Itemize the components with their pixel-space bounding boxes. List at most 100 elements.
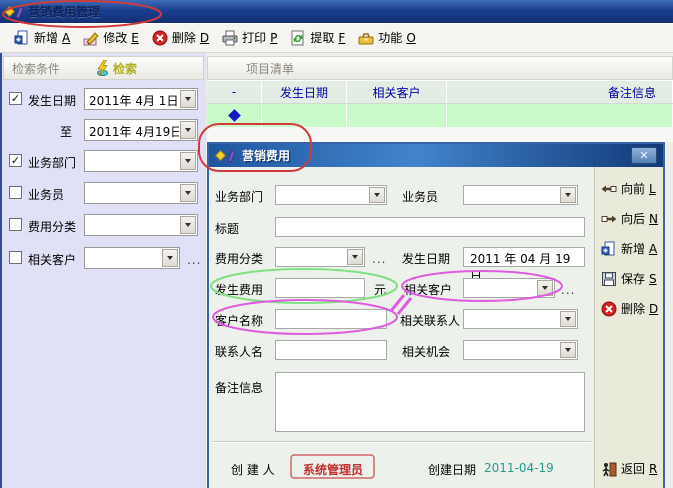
filter-row-date-to: 至 2011年 4月19日 xyxy=(2,119,206,141)
table-column-header: - 发生日期 相关客户 备注信息 xyxy=(207,80,673,104)
department-checkbox[interactable]: ✓ xyxy=(9,154,22,167)
category-checkbox[interactable] xyxy=(9,218,22,231)
function-icon xyxy=(358,30,374,46)
dialog-title: 营销费用 xyxy=(242,147,290,164)
category-more-button[interactable]: ... xyxy=(372,252,386,266)
customer-label: 相关客户 xyxy=(404,281,452,298)
salesman-select[interactable] xyxy=(84,182,198,204)
print-button[interactable]: 打印P xyxy=(222,29,277,46)
dropdown-arrow-icon xyxy=(180,90,196,108)
category-select[interactable] xyxy=(84,214,198,236)
creator-value: 系统管理员 xyxy=(303,461,363,478)
customer-checkbox[interactable] xyxy=(9,251,22,264)
search-button-label: 检索 xyxy=(113,60,137,77)
remark-textarea[interactable] xyxy=(275,372,585,432)
dept-label: 业务部门 xyxy=(215,188,263,205)
expense-dialog: 营销费用 ✕ 业务部门 业务员 标题 费用分类 ... 发生日期 2011 年 … xyxy=(207,142,665,488)
date-to-select[interactable]: 2011年 4月19日 xyxy=(84,119,198,141)
dropdown-arrow-icon xyxy=(537,280,553,296)
close-icon: ✕ xyxy=(639,149,648,162)
search-panel: 检索条件 检索 ✓ 发生日期 2011年 4月 1日 至 2011年 4月19日… xyxy=(2,53,206,488)
search-panel-title: 检索条件 xyxy=(12,60,60,77)
title-input[interactable] xyxy=(275,217,585,237)
department-label: 业务部门 xyxy=(28,154,82,171)
category-label: 费用分类 xyxy=(215,250,263,267)
customer-name-label: 客户名称 xyxy=(215,312,263,329)
column-date[interactable]: 发生日期 xyxy=(262,81,347,103)
dropdown-arrow-icon xyxy=(369,187,385,203)
creator-label: 创 建 人 xyxy=(231,461,275,478)
function-button[interactable]: 功能O xyxy=(358,29,415,46)
row-remark-cell xyxy=(447,104,673,127)
customer-more-button[interactable]: ... xyxy=(187,253,201,267)
category-select[interactable] xyxy=(275,247,365,267)
next-button[interactable]: 向后N xyxy=(601,210,658,227)
date-from-select[interactable]: 2011年 4月 1日 xyxy=(84,88,198,110)
customer-more-button[interactable]: ... xyxy=(561,283,575,297)
table-row[interactable] xyxy=(207,104,673,127)
extract-icon xyxy=(290,30,306,46)
dialog-body: 业务部门 业务员 标题 费用分类 ... 发生日期 2011 年 04 月 19… xyxy=(209,167,663,488)
dropdown-arrow-icon xyxy=(560,342,576,358)
dept-select[interactable] xyxy=(275,185,387,205)
window-title: 营销费用管理 xyxy=(28,3,100,20)
add-button[interactable]: 新增A xyxy=(601,240,657,257)
save-icon xyxy=(601,271,617,287)
date-to-label: 至 xyxy=(28,123,72,140)
new-button[interactable]: 新增A xyxy=(14,29,70,46)
opportunity-label: 相关机会 xyxy=(402,343,450,360)
save-button[interactable]: 保存S xyxy=(601,270,657,287)
customer-name-input[interactable] xyxy=(275,309,387,329)
delete-button[interactable]: 删除D xyxy=(601,300,658,317)
dialog-app-icon xyxy=(215,148,237,163)
customer-label: 相关客户 xyxy=(28,251,82,268)
dropdown-arrow-icon xyxy=(347,249,363,265)
date-label: 发生日期 xyxy=(402,250,450,267)
print-icon xyxy=(222,30,238,46)
footer-divider xyxy=(213,441,591,443)
created-date-label: 创建日期 xyxy=(428,461,476,478)
salesman-label: 业务员 xyxy=(402,188,438,205)
contact-name-label: 联系人名 xyxy=(215,343,263,360)
extract-button[interactable]: 提取F xyxy=(290,29,345,46)
filter-row-date-from: ✓ 发生日期 2011年 4月 1日 xyxy=(2,88,206,110)
contact-name-input[interactable] xyxy=(275,340,387,360)
amount-input[interactable] xyxy=(275,278,365,298)
filter-row-salesman: 业务员 xyxy=(2,182,206,204)
department-select[interactable] xyxy=(84,150,198,172)
main-toolbar: 新增A 修改E 删除D 打印P 提取F 功能O xyxy=(0,23,673,53)
amount-label: 发生费用 xyxy=(215,281,263,298)
column-selector[interactable]: - xyxy=(207,81,262,103)
dialog-titlebar: 营销费用 ✕ xyxy=(209,144,663,167)
filter-row-category: 费用分类 xyxy=(2,214,206,236)
delete-button[interactable]: 删除D xyxy=(152,29,209,46)
created-date-value: 2011-04-19 xyxy=(484,461,554,475)
app-icon xyxy=(4,5,24,19)
edit-button[interactable]: 修改E xyxy=(83,29,139,46)
customer-select[interactable] xyxy=(463,278,555,298)
close-button[interactable]: ✕ xyxy=(631,147,657,164)
row-selector-cell xyxy=(207,104,262,127)
salesman-select[interactable] xyxy=(463,185,578,205)
new-icon xyxy=(601,241,617,257)
date-input[interactable]: 2011 年 04 月 19 日 xyxy=(463,247,585,267)
delete-icon xyxy=(152,30,168,46)
search-button[interactable]: 检索 xyxy=(96,60,137,77)
customer-select[interactable] xyxy=(84,247,180,269)
salesman-label: 业务员 xyxy=(28,186,82,203)
dropdown-arrow-icon xyxy=(162,249,178,267)
contact-select[interactable] xyxy=(463,309,578,329)
prev-button[interactable]: 向前L xyxy=(601,180,656,197)
column-customer[interactable]: 相关客户 xyxy=(347,81,447,103)
date-from-checkbox[interactable]: ✓ xyxy=(9,92,22,105)
remark-label: 备注信息 xyxy=(215,379,263,396)
row-customer-cell xyxy=(347,104,447,127)
salesman-checkbox[interactable] xyxy=(9,186,22,199)
category-label: 费用分类 xyxy=(28,218,82,235)
exit-icon xyxy=(601,461,617,477)
return-button[interactable]: 返回R xyxy=(601,460,657,477)
dialog-sidebar: 向前L 向后N 新增A 保存S xyxy=(594,167,663,488)
edit-icon xyxy=(83,30,99,46)
opportunity-select[interactable] xyxy=(463,340,578,360)
column-remark[interactable]: 备注信息 xyxy=(447,81,673,103)
